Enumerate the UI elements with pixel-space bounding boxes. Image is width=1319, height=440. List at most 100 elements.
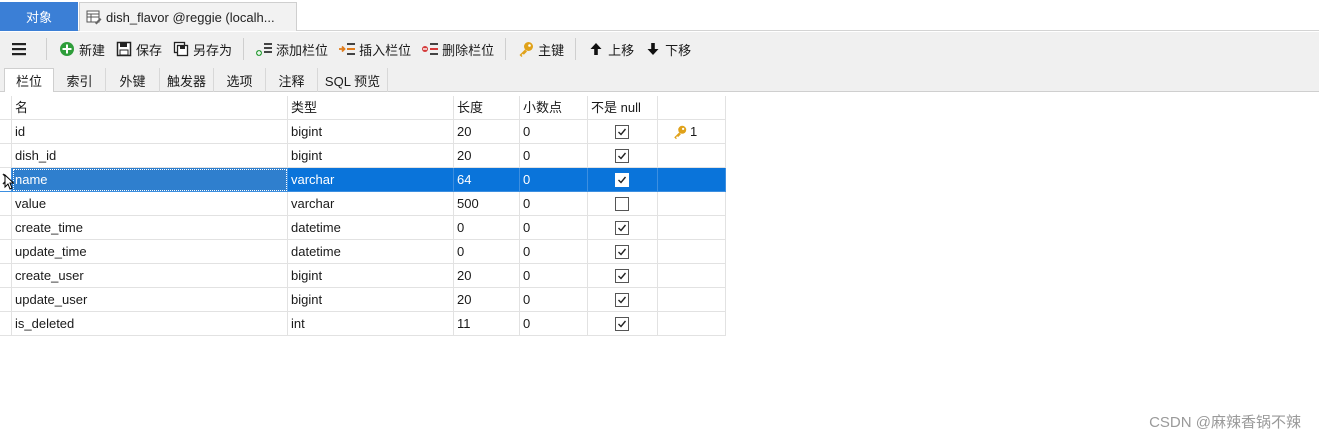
key-cell[interactable]: [658, 288, 726, 312]
field-name-cell[interactable]: id: [12, 120, 288, 144]
key-cell[interactable]: [658, 216, 726, 240]
header-key[interactable]: [658, 96, 726, 120]
row-indicator-header: [0, 96, 12, 120]
header-name[interactable]: 名: [12, 96, 288, 120]
table-row[interactable]: update_user bigint 20 0: [0, 288, 726, 312]
field-decimals-cell[interactable]: 0: [520, 192, 588, 216]
tab-objects[interactable]: 对象: [0, 2, 78, 31]
field-type-cell[interactable]: datetime: [288, 240, 454, 264]
header-length[interactable]: 长度: [454, 96, 520, 120]
field-name-cell[interactable]: create_time: [12, 216, 288, 240]
table-row[interactable]: dish_id bigint 20 0: [0, 144, 726, 168]
tab-table-design[interactable]: dish_flavor @reggie (localh...: [79, 2, 297, 31]
field-name-cell[interactable]: is_deleted: [12, 312, 288, 336]
field-type-cell[interactable]: bigint: [288, 264, 454, 288]
not-null-checkbox[interactable]: [615, 317, 629, 331]
field-decimals-cell[interactable]: 0: [520, 120, 588, 144]
field-type-cell[interactable]: bigint: [288, 144, 454, 168]
header-not-null[interactable]: 不是 null: [588, 96, 658, 120]
primary-key-button[interactable]: 主键: [512, 36, 569, 62]
not-null-checkbox[interactable]: [615, 245, 629, 259]
key-cell[interactable]: [658, 312, 726, 336]
row-indicator[interactable]: [0, 120, 12, 144]
tab-sql-preview[interactable]: SQL 预览: [318, 68, 388, 92]
row-indicator[interactable]: [0, 312, 12, 336]
not-null-checkbox[interactable]: [615, 221, 629, 235]
field-type-cell[interactable]: datetime: [288, 216, 454, 240]
field-name-cell[interactable]: value: [12, 192, 288, 216]
table-row[interactable]: value varchar 500 0: [0, 192, 726, 216]
delete-column-button[interactable]: 删除栏位: [416, 36, 499, 62]
field-type-cell[interactable]: int: [288, 312, 454, 336]
row-indicator[interactable]: [0, 216, 12, 240]
tab-comment-label: 注释: [278, 73, 305, 89]
field-decimals-cell[interactable]: 0: [520, 216, 588, 240]
add-column-button[interactable]: 添加栏位: [250, 36, 333, 62]
table-row[interactable]: is_deleted int 11 0: [0, 312, 726, 336]
row-indicator[interactable]: [0, 192, 12, 216]
header-type[interactable]: 类型: [288, 96, 454, 120]
field-length-cell[interactable]: 20: [454, 120, 520, 144]
not-null-checkbox[interactable]: [615, 149, 629, 163]
save-as-button[interactable]: 另存为: [167, 36, 237, 62]
not-null-checkbox[interactable]: [615, 125, 629, 139]
menu-button[interactable]: [0, 36, 40, 62]
field-name-cell[interactable]: update_time: [12, 240, 288, 264]
field-name-cell[interactable]: name: [12, 168, 288, 192]
field-type-cell[interactable]: varchar: [288, 192, 454, 216]
field-decimals-cell[interactable]: 0: [520, 264, 588, 288]
key-cell[interactable]: [658, 240, 726, 264]
tab-options[interactable]: 选项: [214, 68, 266, 92]
not-null-checkbox[interactable]: [615, 269, 629, 283]
field-length-cell[interactable]: 11: [454, 312, 520, 336]
field-decimals-cell[interactable]: 0: [520, 240, 588, 264]
key-cell[interactable]: 1: [658, 120, 726, 144]
not-null-checkbox[interactable]: [615, 293, 629, 307]
field-decimals-cell[interactable]: 0: [520, 288, 588, 312]
field-decimals-cell[interactable]: 0: [520, 144, 588, 168]
table-row[interactable]: name varchar 64 0: [0, 168, 726, 192]
insert-column-button[interactable]: 插入栏位: [333, 36, 416, 62]
not-null-checkbox[interactable]: [615, 197, 629, 211]
move-up-button[interactable]: 上移: [582, 36, 639, 62]
field-type-cell[interactable]: bigint: [288, 288, 454, 312]
key-cell[interactable]: [658, 264, 726, 288]
field-decimals-cell[interactable]: 0: [520, 312, 588, 336]
new-button[interactable]: 新建: [53, 36, 110, 62]
table-row[interactable]: create_time datetime 0 0: [0, 216, 726, 240]
row-indicator[interactable]: [0, 240, 12, 264]
header-decimals[interactable]: 小数点: [520, 96, 588, 120]
field-type-cell[interactable]: varchar: [288, 168, 454, 192]
tab-comment[interactable]: 注释: [266, 68, 318, 92]
field-name-cell[interactable]: dish_id: [12, 144, 288, 168]
field-type-cell[interactable]: bigint: [288, 120, 454, 144]
field-length-cell[interactable]: 20: [454, 264, 520, 288]
toolbar-divider: [243, 38, 245, 60]
key-cell[interactable]: [658, 144, 726, 168]
row-indicator[interactable]: [0, 264, 12, 288]
field-name-cell[interactable]: create_user: [12, 264, 288, 288]
save-as-icon: [172, 40, 190, 58]
not-null-checkbox[interactable]: [615, 173, 629, 187]
save-button[interactable]: 保存: [110, 36, 167, 62]
row-indicator[interactable]: [0, 144, 12, 168]
field-decimals-cell[interactable]: 0: [520, 168, 588, 192]
tab-foreign-keys[interactable]: 外键: [106, 68, 160, 92]
field-length-cell[interactable]: 500: [454, 192, 520, 216]
move-down-button[interactable]: 下移: [639, 36, 696, 62]
field-length-cell[interactable]: 0: [454, 216, 520, 240]
table-row[interactable]: update_time datetime 0 0: [0, 240, 726, 264]
tab-triggers[interactable]: 触发器: [160, 68, 214, 92]
field-length-cell[interactable]: 20: [454, 288, 520, 312]
tab-indexes[interactable]: 索引: [54, 68, 106, 92]
table-row[interactable]: create_user bigint 20 0: [0, 264, 726, 288]
row-indicator[interactable]: [0, 288, 12, 312]
tab-fields[interactable]: 栏位: [4, 68, 54, 92]
field-name-cell[interactable]: update_user: [12, 288, 288, 312]
key-cell[interactable]: [658, 168, 726, 192]
field-length-cell[interactable]: 0: [454, 240, 520, 264]
key-cell[interactable]: [658, 192, 726, 216]
field-length-cell[interactable]: 64: [454, 168, 520, 192]
table-row[interactable]: id bigint 20 0 1: [0, 120, 726, 144]
field-length-cell[interactable]: 20: [454, 144, 520, 168]
